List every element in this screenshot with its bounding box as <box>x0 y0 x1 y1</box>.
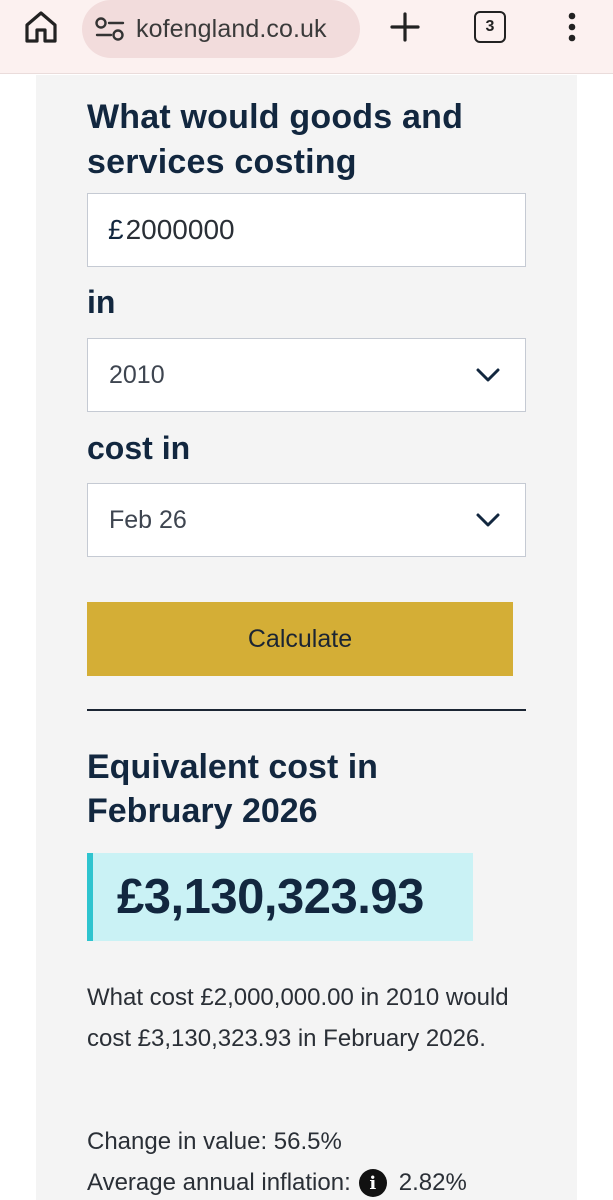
year-select-value: 2010 <box>109 360 165 389</box>
cost-in-select-value: Feb 26 <box>109 505 187 534</box>
cost-in-select[interactable]: Feb 26 <box>87 483 526 557</box>
calculate-button[interactable]: Calculate <box>87 602 513 676</box>
home-icon[interactable] <box>22 8 60 46</box>
cost-in-label: cost in <box>87 430 191 466</box>
address-bar[interactable]: kofengland.co.uk <box>82 0 360 58</box>
inflation-value: 2.82% <box>398 1169 467 1196</box>
result-box: £3,130,323.93 <box>87 853 473 941</box>
new-tab-icon[interactable] <box>386 8 424 46</box>
info-icon[interactable]: i <box>358 1169 387 1197</box>
chevron-down-icon <box>476 368 500 382</box>
inflation-label: Average annual inflation: <box>87 1169 351 1196</box>
result-summary: What cost £2,000,000.00 in 2010 would co… <box>87 984 509 1052</box>
browser-toolbar: kofengland.co.uk 3 <box>0 0 613 74</box>
average-annual-inflation: Average annual inflation: i 2.82% <box>87 1169 467 1197</box>
url-text[interactable]: kofengland.co.uk <box>136 15 327 44</box>
currency-symbol: £ <box>108 214 124 245</box>
year-select[interactable]: 2010 <box>87 338 526 412</box>
in-label: in <box>87 284 116 320</box>
divider <box>87 709 526 711</box>
result-value: £3,130,323.93 <box>117 870 424 924</box>
amount-input[interactable]: £ 2000000 <box>87 193 526 267</box>
chevron-down-icon <box>476 513 500 527</box>
site-settings-icon[interactable] <box>94 16 126 42</box>
tab-count: 3 <box>485 18 495 35</box>
calculator-heading: What would goods and services costing <box>87 98 464 181</box>
result-heading: Equivalent cost in February 2026 <box>87 748 378 830</box>
overflow-menu-icon[interactable] <box>560 8 584 46</box>
amount-value[interactable]: 2000000 <box>126 214 235 246</box>
change-in-value-text: Change in value: 56.5% <box>87 1128 342 1155</box>
tab-switcher-icon[interactable]: 3 <box>474 11 506 43</box>
change-in-value: Change in value: 56.5% <box>87 1128 342 1156</box>
